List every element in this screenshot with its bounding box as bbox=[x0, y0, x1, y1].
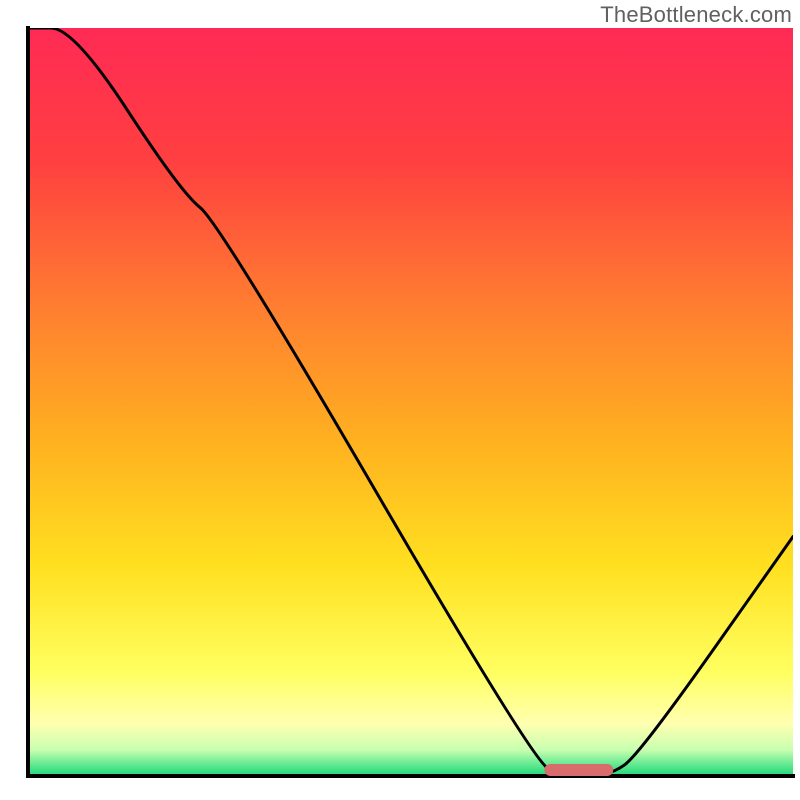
watermark-text: TheBottleneck.com bbox=[600, 2, 792, 28]
chart-container: TheBottleneck.com bbox=[0, 0, 800, 800]
plot-background bbox=[28, 28, 793, 776]
optimal-range-marker bbox=[544, 764, 613, 776]
bottleneck-chart bbox=[0, 0, 800, 800]
